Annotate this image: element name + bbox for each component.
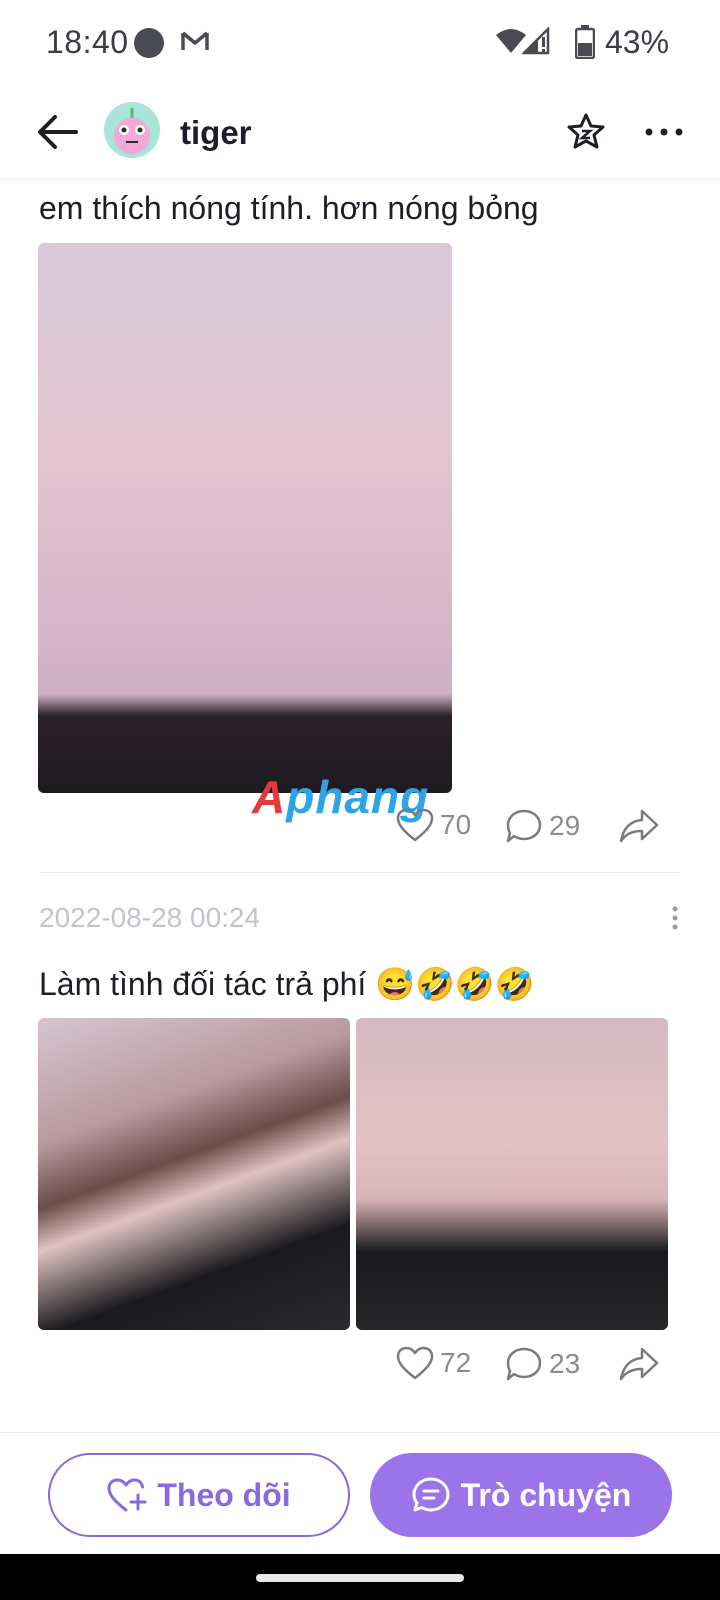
bottom-action-bar: Theo dõi Trò chuyện [0,1432,720,1554]
comment-button[interactable]: 29 [505,808,580,844]
profile-header: tiger [0,84,720,180]
heart-icon [396,808,434,842]
post-divider [39,872,681,873]
gmail-icon [181,31,209,50]
more-options-icon[interactable] [644,124,684,140]
comment-count: 23 [549,1348,581,1379]
post-text: Làm tình đối tác trả phí 😅🤣🤣🤣 [39,966,535,1002]
status-time: 18:40 [46,24,129,60]
heart-plus-icon [107,1478,147,1512]
post-actions: 70 29 [0,808,720,858]
comment-icon [506,809,542,843]
post-text: em thích nóng tính. hơn nóng bỏng [39,190,539,226]
battery-icon [575,25,595,59]
back-arrow-icon[interactable] [36,112,80,152]
star-icon[interactable] [566,112,606,152]
post-date: 2022-08-28 00:24 [39,902,261,933]
chat-bubble-icon [412,1477,450,1512]
share-icon [619,809,659,843]
share-button[interactable] [618,1346,666,1382]
share-button[interactable] [618,808,666,844]
follow-button[interactable]: Theo dõi [48,1453,350,1537]
post-photo[interactable] [38,243,452,793]
comment-count: 29 [549,810,581,841]
like-count: 70 [440,809,472,840]
chat-button[interactable]: Trò chuyện [370,1453,672,1537]
monster-avatar-icon [104,102,160,158]
share-icon [619,1347,659,1381]
status-bar: 18:40 43% [0,0,720,84]
chat-label: Trò chuyện [460,1476,632,1513]
follow-label: Theo dõi [157,1476,291,1513]
home-indicator[interactable] [256,1574,464,1582]
comment-icon [506,1347,542,1381]
notification-dot-icon [134,28,164,58]
post-photo[interactable] [356,1018,668,1330]
heart-icon [396,1346,434,1380]
post-actions: 72 23 [0,1346,720,1396]
like-button[interactable]: 72 [396,1346,471,1380]
like-button[interactable]: 70 [396,808,471,842]
system-nav-bar [0,1554,720,1600]
like-count: 72 [440,1347,472,1378]
battery-percent: 43% [605,24,670,60]
avatar[interactable] [104,102,160,158]
comment-button[interactable]: 23 [505,1346,580,1382]
post-photo[interactable] [38,1018,350,1330]
post-more-icon[interactable] [672,906,678,930]
profile-username[interactable]: tiger [180,114,252,152]
signal-icon [522,27,550,55]
